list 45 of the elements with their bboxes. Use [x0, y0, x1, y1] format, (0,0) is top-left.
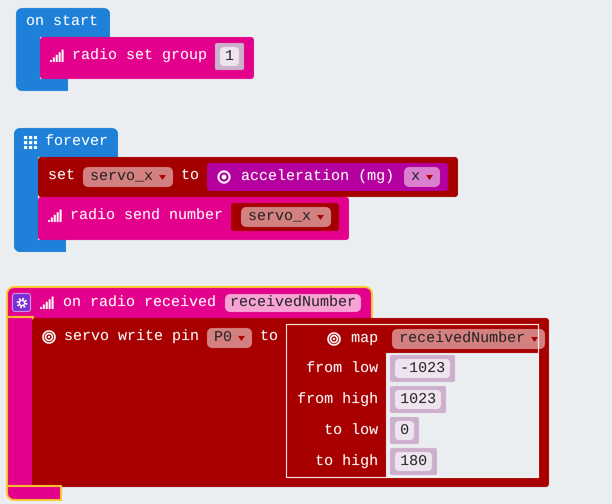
block-label: forever [45, 133, 108, 151]
statement-block[interactable]: servo write pin P0 to map receivedNumber from low -1023 from high 1023 to low 0 to high 180 [32, 318, 550, 487]
dropdown[interactable]: receivedNumber [392, 329, 546, 349]
statement-block[interactable]: radio send number servo_x [38, 197, 350, 240]
caret-icon [238, 336, 246, 340]
block-label: from high [297, 390, 378, 408]
block-label: map [351, 330, 378, 348]
reporter-block[interactable]: servo_x [231, 203, 340, 231]
variable-pill[interactable]: receivedNumber [225, 294, 362, 312]
dropdown[interactable]: servo_x [241, 207, 332, 227]
block-label: acceleration (mg) [241, 168, 394, 186]
hat-block[interactable]: on radio received receivedNumber [8, 288, 372, 318]
gear-icon [16, 296, 28, 308]
statement-block[interactable]: radio set group 1 [40, 37, 254, 79]
block-label: radio set group [72, 47, 208, 65]
caret-icon [317, 214, 324, 220]
number-field[interactable]: 0 [390, 417, 420, 444]
block-label: on radio received [63, 294, 216, 312]
number-field[interactable]: 1023 [390, 386, 446, 413]
caret-icon [426, 174, 434, 180]
hat-block[interactable]: on start [16, 8, 110, 37]
block-label: servo write pin [64, 328, 200, 346]
dropdown[interactable]: servo_x [83, 167, 174, 187]
block-foot [14, 240, 66, 252]
number-field[interactable]: 180 [390, 448, 438, 475]
dropdown[interactable]: P0 [207, 328, 252, 348]
number-field[interactable]: 1 [215, 43, 244, 70]
reporter-block[interactable]: acceleration (mg) x [207, 163, 448, 191]
dropdown[interactable]: x [404, 167, 440, 187]
block-label: from low [306, 360, 378, 378]
block-foot [8, 487, 60, 499]
block-label: to [181, 167, 200, 185]
caret-icon [159, 174, 166, 180]
block-label: to high [315, 452, 378, 470]
hat-block[interactable]: forever [14, 128, 118, 157]
block-label: to low [324, 422, 378, 440]
settings-button[interactable] [12, 293, 31, 312]
block-label: set [48, 167, 76, 185]
caret-icon [531, 336, 538, 342]
block-label: to [260, 328, 278, 346]
number-field[interactable]: -1023 [390, 355, 456, 382]
block-label: on start [26, 13, 98, 31]
block-foot [16, 79, 68, 91]
block-label: radio send number [70, 207, 224, 225]
statement-block[interactable]: set servo_x to acceleration (mg) x [38, 157, 458, 197]
